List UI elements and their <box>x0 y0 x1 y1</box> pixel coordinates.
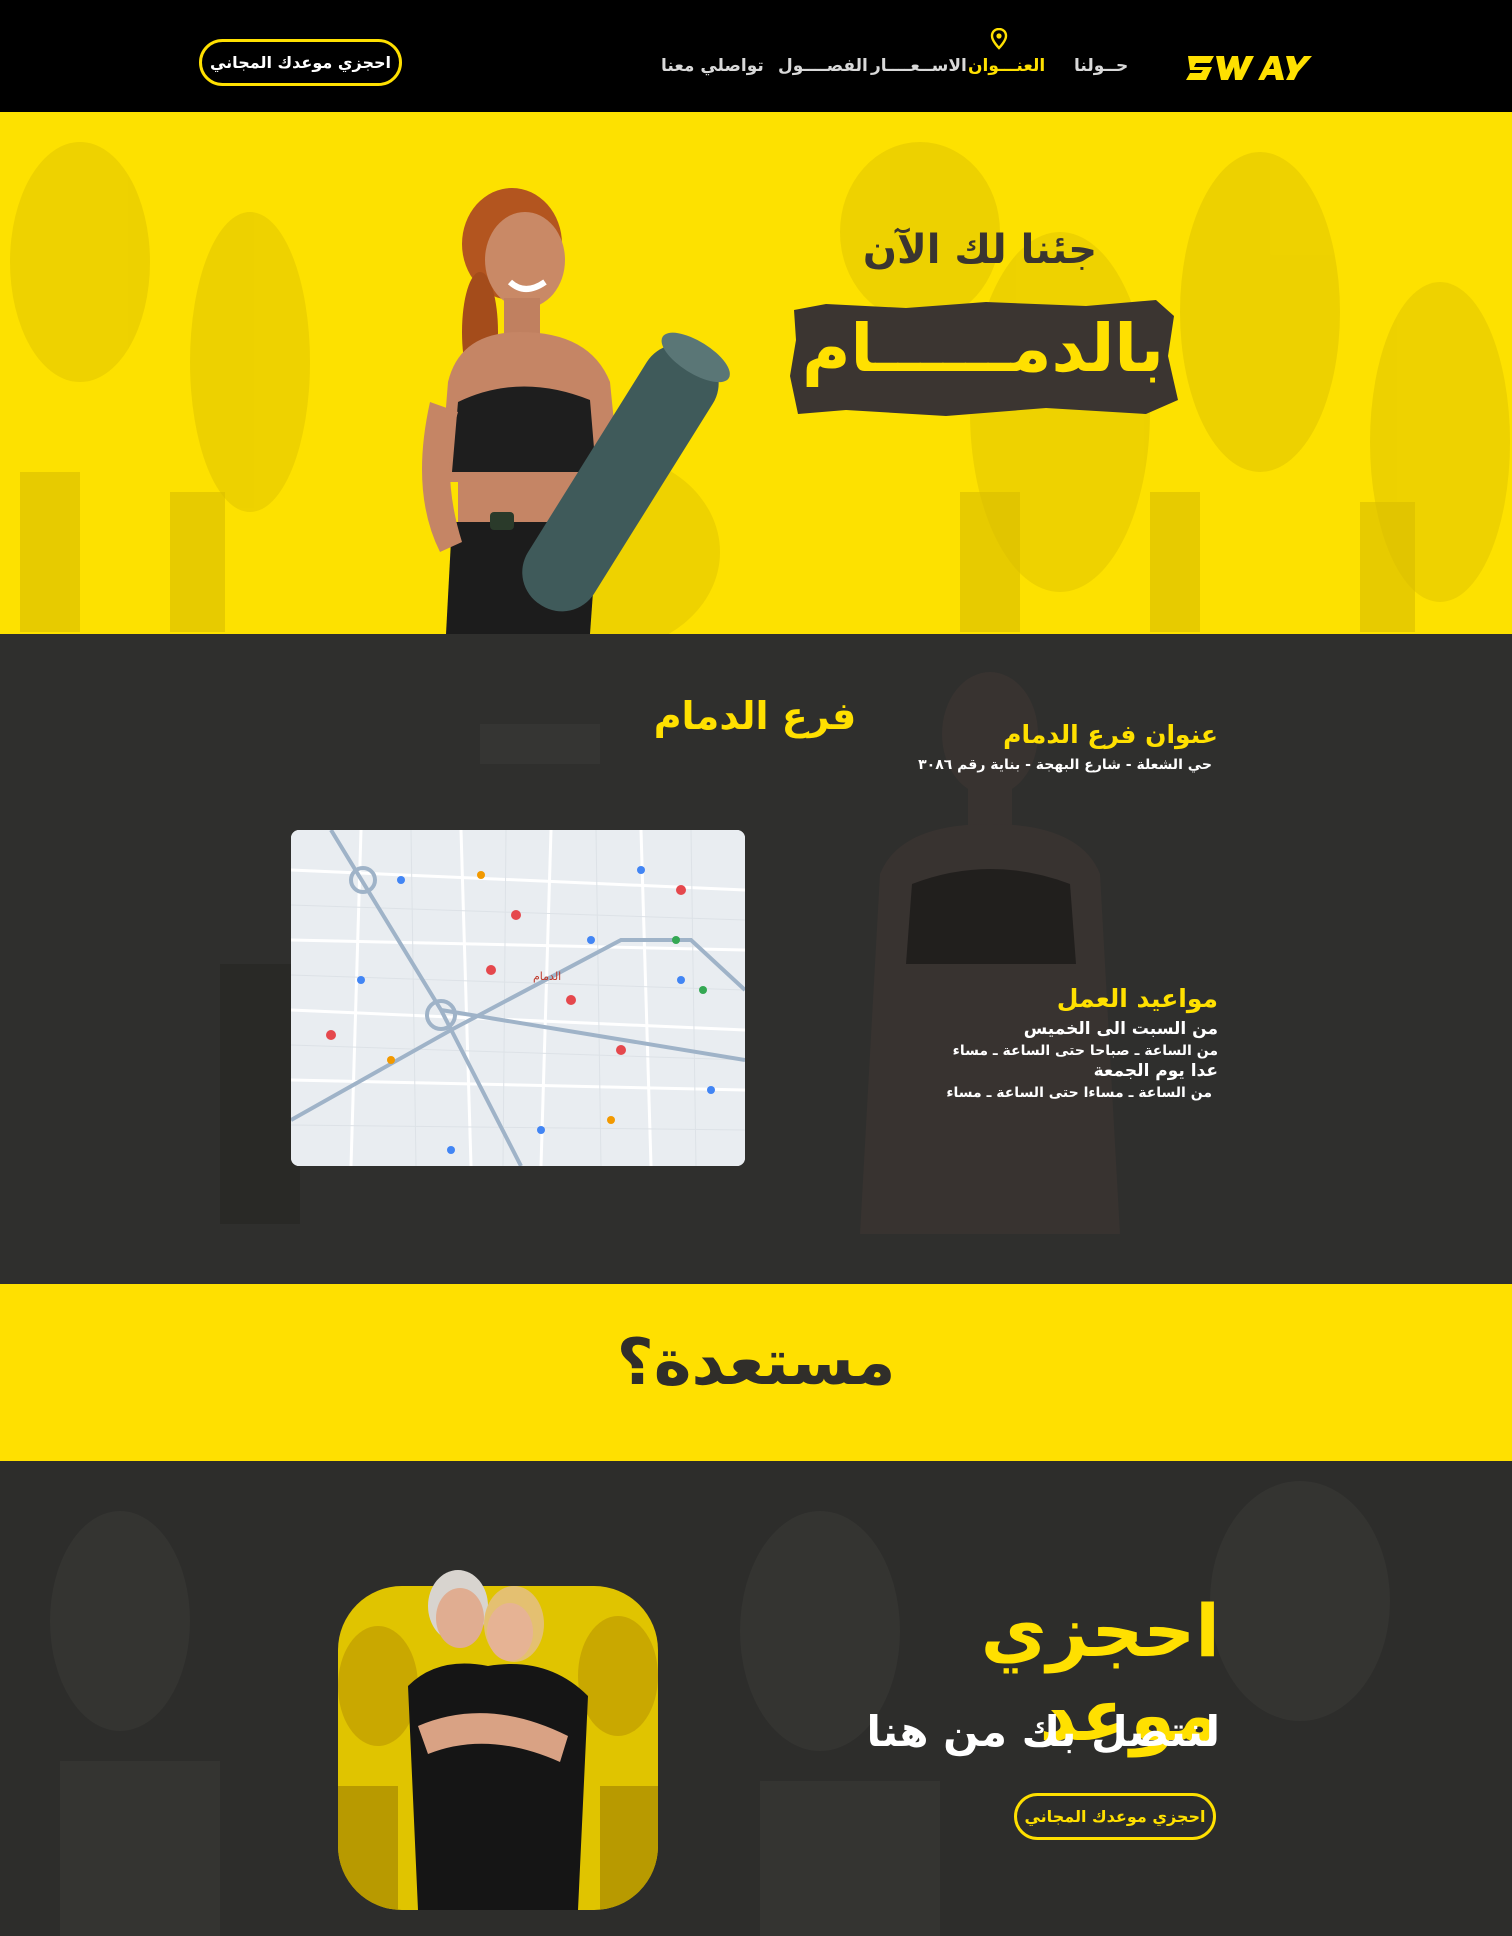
friday-exception-label: عدا يوم الجمعة <box>1093 1061 1218 1081</box>
nav-contact[interactable]: تواصلي معنا <box>661 56 764 76</box>
hours-block: مواعيد العمل من السبت الى الخميس من السا… <box>888 984 1218 1101</box>
hero-city-name: بالدمــــــام <box>802 310 1164 387</box>
header-book-free-button[interactable]: احجزي موعدك المجاني <box>199 39 402 86</box>
hours-heading: مواعيد العمل <box>1056 984 1218 1013</box>
site-header: حــولنا العنـــوان الاســعــــار الفصـــ… <box>0 0 1512 112</box>
branch-location-map[interactable]: الدمام <box>291 830 745 1166</box>
brand-logo[interactable] <box>1186 50 1312 90</box>
booking-subtitle: لنتصل بك من هنا <box>866 1707 1220 1756</box>
nav-classes[interactable]: الفصــــول <box>778 56 868 76</box>
nav-prices[interactable]: الاســعــــار <box>871 56 967 76</box>
hero-woman-with-mat-image <box>422 188 730 634</box>
hero-background-image <box>0 112 1512 634</box>
address-block: عنوان فرع الدمام حي الشعلة - شارع البهجة… <box>888 720 1218 773</box>
hero-section: جئنا لك الآن بالدمــــــام <box>0 112 1512 634</box>
booking-free-appointment-button[interactable]: احجزي موعدك المجاني <box>1014 1793 1216 1840</box>
booking-section: احجزي موعد لنتصل بك من هنا احجزي موعدك ا… <box>0 1461 1512 1936</box>
weekdays-hours: من الساعة ـ صباحا حتى الساعة ـ مساء <box>952 1043 1218 1059</box>
nav-about[interactable]: حــولنا <box>1074 56 1128 76</box>
ready-heading: مستعدة؟ <box>616 1326 896 1400</box>
address-heading: عنوان فرع الدمام <box>1003 720 1218 749</box>
branch-title: فرع الدمام <box>653 694 857 738</box>
map-city-label: الدمام <box>533 970 561 983</box>
location-pin-icon <box>990 28 1008 50</box>
branch-section: فرع الدمام الدمام عنوان فرع الدمام حي ال… <box>0 634 1512 1284</box>
hero-heading: جئنا لك الآن <box>862 227 1098 273</box>
weekdays-label: من السبت الى الخميس <box>1023 1019 1218 1039</box>
nav-address[interactable]: العنـــوان <box>968 56 1045 76</box>
address-text: حي الشعلة - شارع البهجة - بناية رقم ٣٠٨٦ <box>918 757 1212 773</box>
booking-background-image <box>0 1461 1512 1936</box>
friday-hours: من الساعة ـ مساءا حتى الساعة ـ مساء <box>946 1085 1212 1101</box>
ready-banner: مستعدة؟ <box>0 1284 1512 1461</box>
women-hugging-photo <box>338 1570 658 1910</box>
